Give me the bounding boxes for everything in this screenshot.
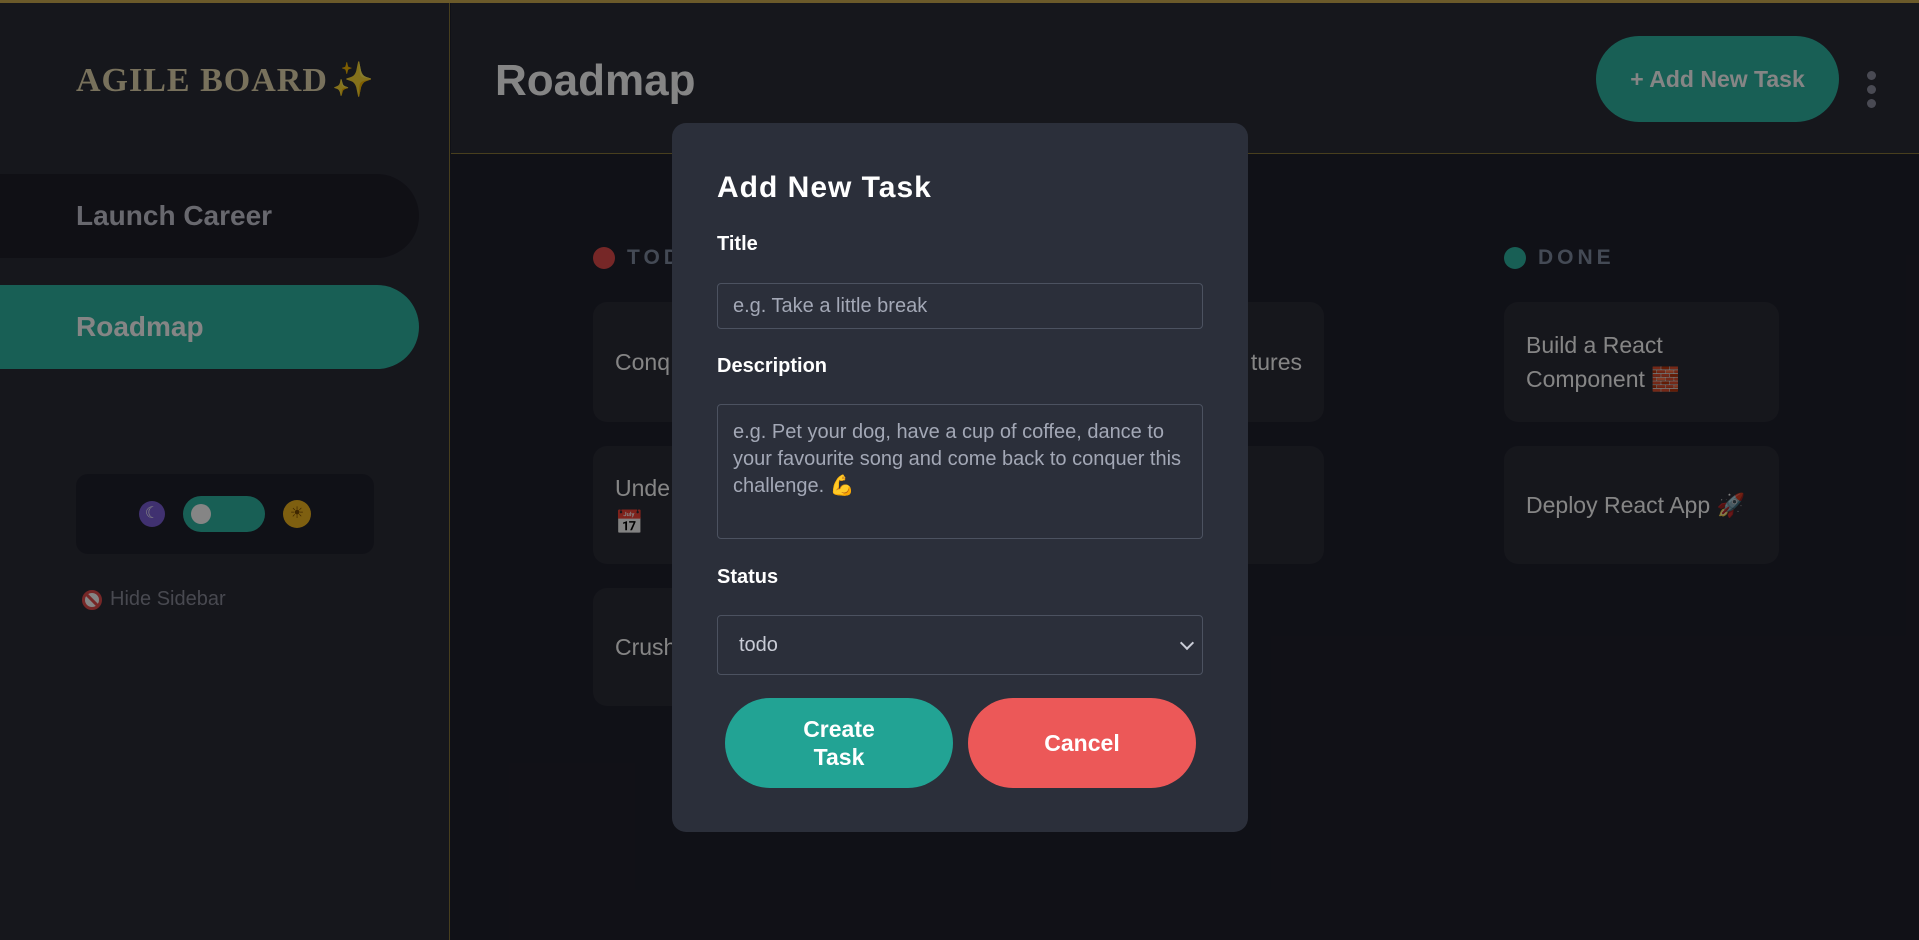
description-label: Description [717,355,828,377]
add-task-modal: Add New Task Title Description Status to… [672,123,1248,832]
cancel-button[interactable]: Cancel [968,698,1196,788]
create-task-button[interactable]: Create Task [725,698,953,788]
task-title-input[interactable] [717,283,1203,329]
modal-title: Add New Task [717,171,932,204]
status-select-value: todo [739,633,778,656]
top-border [0,0,1919,3]
chevron-down-icon [1179,635,1195,651]
title-label: Title [717,233,758,255]
status-label: Status [717,566,779,588]
status-select[interactable]: todo [717,615,1203,675]
task-description-input[interactable] [717,404,1203,539]
